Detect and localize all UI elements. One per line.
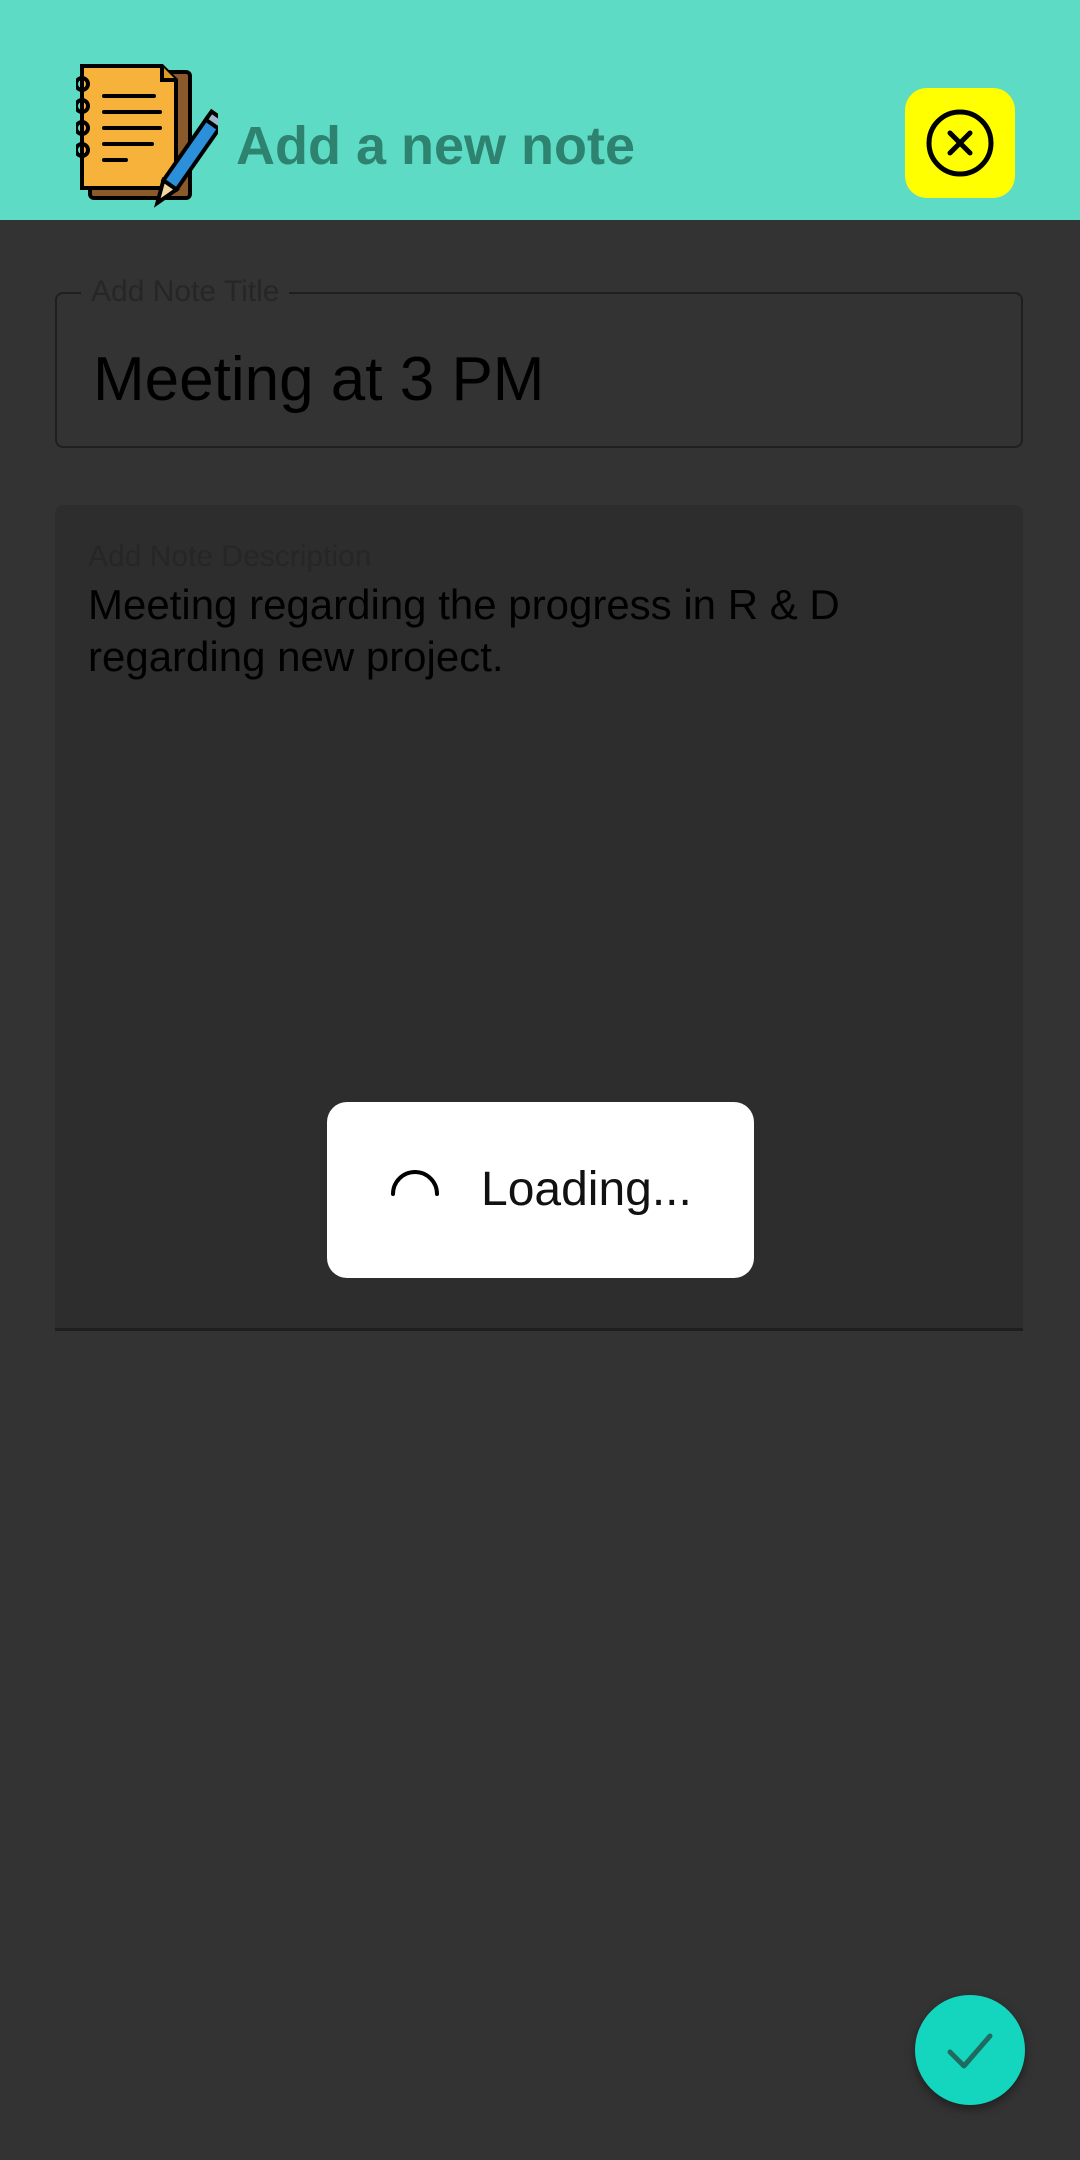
note-title-field[interactable]: Add Note Title Meeting at 3 PM — [55, 274, 1023, 448]
loading-text: Loading... — [481, 1163, 692, 1216]
notebook-pencil-icon — [76, 64, 218, 208]
note-title-input[interactable]: Meeting at 3 PM — [93, 340, 544, 420]
app-header: Add a new note — [0, 0, 1080, 220]
close-circle-icon — [926, 109, 994, 177]
page-title: Add a new note — [236, 116, 636, 176]
note-description-label: Add Note Description — [88, 540, 372, 573]
save-button[interactable] — [915, 1995, 1025, 2105]
check-icon — [947, 2033, 993, 2069]
loading-dialog: Loading... — [327, 1102, 754, 1278]
note-description-input[interactable]: Meeting regarding the progress in R & D … — [88, 579, 988, 683]
note-title-label: Add Note Title — [81, 274, 290, 310]
close-button[interactable] — [905, 88, 1015, 198]
spinner-icon — [391, 1170, 439, 1196]
